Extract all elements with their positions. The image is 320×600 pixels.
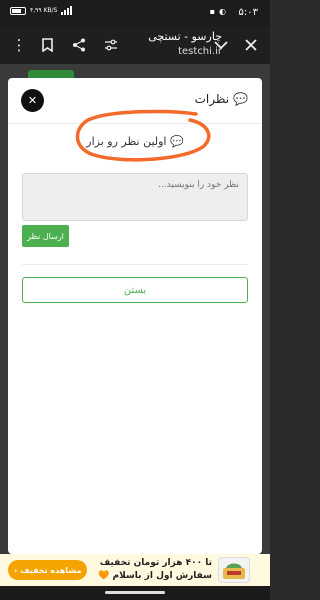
share-icon[interactable]: [70, 36, 88, 54]
chevron-down-icon[interactable]: [212, 36, 230, 54]
more-options-icon[interactable]: ⋮: [10, 36, 28, 54]
site-settings-icon[interactable]: [102, 36, 120, 54]
view-discount-label: مشاهده تخفیف: [20, 565, 82, 575]
page-title: چارسو - تستچی: [148, 30, 222, 43]
comment-icon: 💬: [169, 135, 184, 148]
view-discount-button[interactable]: مشاهده تخفیف ‹: [8, 560, 88, 580]
ad-headline: تا ۴۰۰ هزار تومان تخفیف: [99, 558, 212, 568]
modal-title-text: نظرات: [194, 92, 230, 106]
chevron-left-icon: ‹: [14, 565, 18, 575]
ad-banner[interactable]: تا ۴۰۰ هزار تومان تخفیف سفارش اول از باس…: [0, 554, 270, 586]
first-comment-text: اولین نظر رو بزار: [86, 135, 167, 148]
app-icon: ◐: [219, 7, 226, 16]
bookmark-icon[interactable]: [38, 36, 56, 54]
network-speed: ۴,۹۹ KB/S: [30, 6, 58, 14]
submit-comment-button[interactable]: ارسال نظر: [22, 225, 69, 247]
system-nav-bar: [0, 586, 270, 600]
ad-logo: [218, 557, 250, 583]
browser-toolbar: ⋮ چارسو - تستچی testchi.ir: [0, 26, 270, 64]
notification-icon: ▪: [209, 7, 216, 16]
signal-icon: [61, 6, 73, 15]
close-button[interactable]: بستن: [22, 277, 248, 303]
home-gesture-handle[interactable]: [105, 591, 165, 594]
status-left-icons: ۴,۹۹ KB/S: [10, 6, 73, 15]
first-comment-prompt: 💬 اولین نظر رو بزار: [8, 135, 262, 148]
comments-modal: 💬 نظرات ✕ 💬 اولین نظر رو بزار ارسال نظر …: [8, 78, 262, 554]
comment-textarea[interactable]: [22, 173, 248, 221]
comment-icon: 💬: [233, 92, 248, 106]
modal-title: 💬 نظرات: [195, 92, 248, 106]
divider: [22, 264, 248, 265]
close-tab-icon[interactable]: [242, 36, 260, 54]
status-bar: ۴,۹۹ KB/S ▪ ◐ ۵:۰۳: [0, 0, 270, 26]
ad-subline: سفارش اول از باسلام 🧡: [98, 571, 212, 581]
close-modal-button[interactable]: ✕: [21, 89, 44, 112]
status-time: ۵:۰۳: [238, 7, 258, 18]
status-right-icons: ▪ ◐: [210, 7, 226, 16]
battery-icon: [10, 6, 26, 15]
